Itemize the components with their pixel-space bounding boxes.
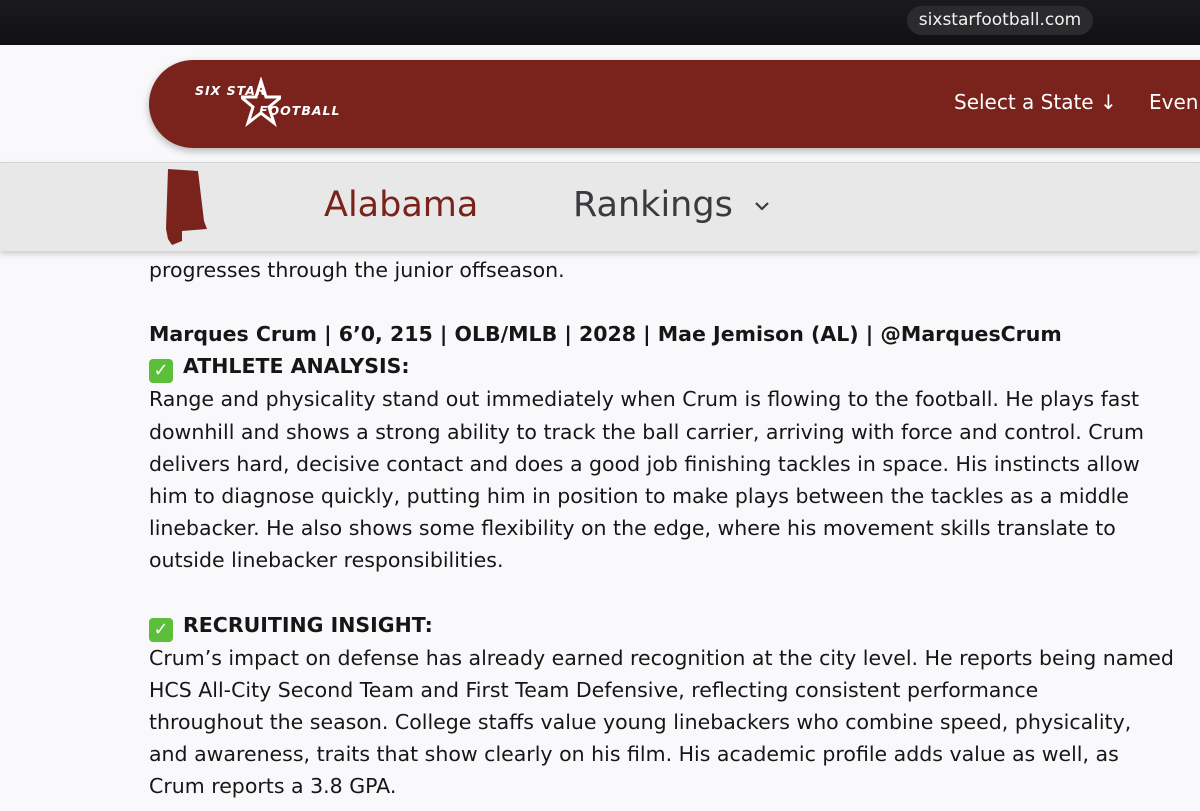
section-heading-recruiting: ✓ RECRUITING INSIGHT: bbox=[149, 609, 1194, 642]
check-mark-icon: ✓ bbox=[149, 617, 173, 642]
paragraph-line: throughout the season. College staffs va… bbox=[149, 710, 1132, 735]
alabama-map-icon bbox=[166, 169, 207, 245]
rankings-label: Rankings bbox=[573, 185, 733, 225]
nav-select-state[interactable]: Select a State ↓ bbox=[954, 90, 1117, 114]
site-logo[interactable]: SIX STAR FOOTBALL bbox=[193, 77, 373, 131]
article-body: progresses through the junior offseason.… bbox=[149, 254, 1194, 803]
paragraph-line: and awareness, traits that show clearly … bbox=[149, 742, 1119, 767]
paragraph-line: Range and physicality stand out immediat… bbox=[149, 387, 1140, 412]
site-header: SIX STAR FOOTBALL Select a State ↓ Even bbox=[149, 60, 1200, 148]
paragraph-line: downhill and shows a strong ability to t… bbox=[149, 419, 1145, 444]
address-bar[interactable]: sixstarfootball.com bbox=[907, 6, 1093, 35]
paragraph-line: Crum’s impact on defense has already ear… bbox=[149, 645, 1174, 670]
paragraph-line: delivers hard, decisive contact and does… bbox=[149, 451, 1140, 476]
logo-text-bottom: FOOTBALL bbox=[259, 103, 341, 118]
state-subnav: Alabama Rankings bbox=[0, 162, 1200, 251]
intro-text: progresses through the junior offseason. bbox=[149, 258, 565, 282]
paragraph-line: outside linebacker responsibilities. bbox=[149, 548, 504, 573]
browser-toolbar: sixstarfootball.com bbox=[0, 0, 1200, 45]
paragraph-line: him to diagnose quickly, putting him in … bbox=[149, 484, 1129, 509]
check-mark-icon: ✓ bbox=[149, 359, 173, 384]
state-title[interactable]: Alabama bbox=[324, 185, 478, 225]
paragraph-line: linebacker. He also shows some flexibili… bbox=[149, 516, 1116, 541]
player-info-line: Marques Crum | 6’0, 215 | OLB/MLB | 2028… bbox=[149, 322, 1062, 347]
chevron-down-icon bbox=[755, 202, 769, 211]
section-title: ATHLETE ANALYSIS: bbox=[183, 354, 410, 379]
nav-events[interactable]: Even bbox=[1149, 90, 1200, 114]
section-title: RECRUITING INSIGHT: bbox=[183, 612, 433, 637]
section-heading-analysis: ✓ ATHLETE ANALYSIS: bbox=[149, 350, 1194, 384]
paragraph-line: HCS All-City Second Team and First Team … bbox=[149, 677, 1039, 702]
rankings-dropdown[interactable]: Rankings bbox=[573, 185, 770, 225]
paragraph-line: Crum reports a 3.8 GPA. bbox=[149, 774, 397, 799]
